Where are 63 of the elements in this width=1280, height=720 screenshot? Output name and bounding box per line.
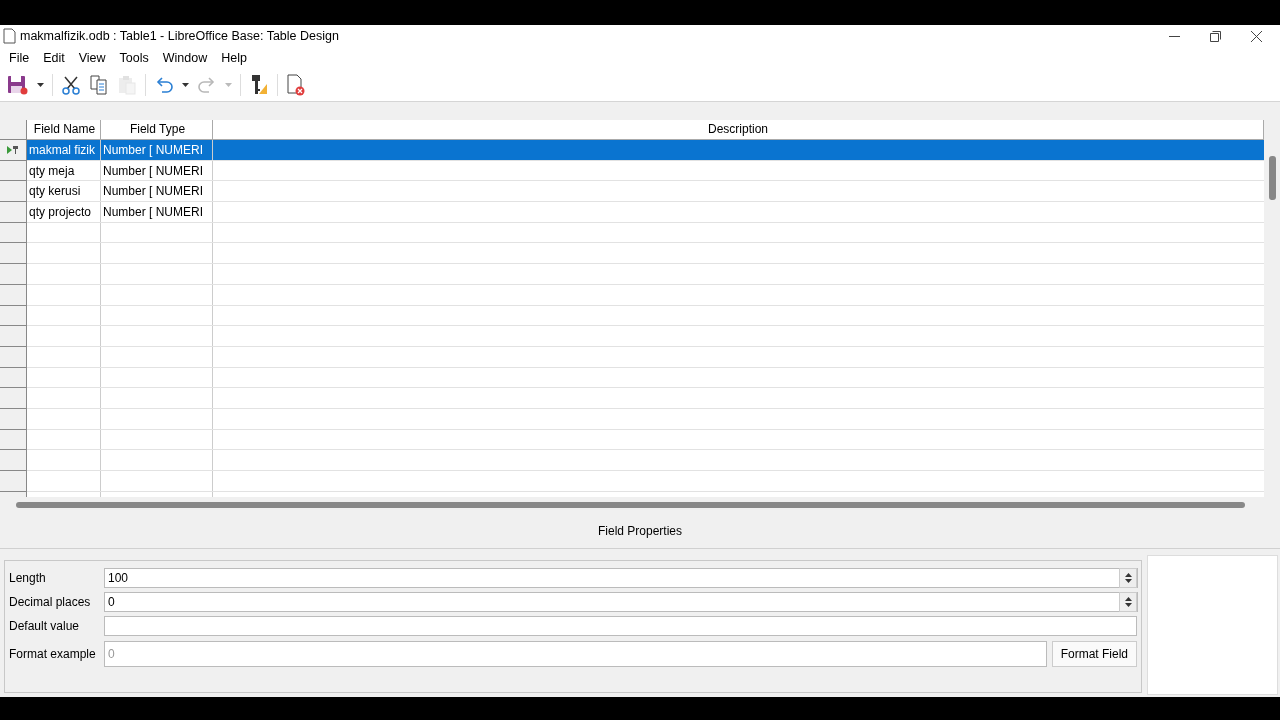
copy-icon — [89, 75, 109, 95]
undo-icon — [154, 75, 174, 95]
table-cell[interactable]: Number [ NUMERI — [101, 160, 213, 181]
restore-icon[interactable] — [1210, 30, 1221, 42]
row-header[interactable] — [0, 429, 27, 451]
row-header[interactable] — [0, 471, 27, 492]
spin-arrows-icon — [1124, 596, 1132, 608]
table-cell[interactable]: qty projecto — [27, 202, 101, 222]
row-header[interactable] — [0, 326, 27, 347]
row-header[interactable] — [0, 388, 27, 409]
row-header[interactable] — [0, 367, 27, 389]
table-cell[interactable]: Number [ NUMERI — [101, 140, 213, 160]
row-header[interactable] — [0, 346, 27, 368]
document-icon — [3, 28, 16, 44]
window-title: makmalfizik.odb : Table1 - LibreOffice Base: Table Design — [20, 27, 339, 45]
column-header[interactable]: Field Type — [101, 120, 213, 139]
row-header[interactable] — [0, 305, 27, 327]
table-cell[interactable]: Number [ NUMERI — [101, 181, 213, 202]
table-cell[interactable]: qty kerusi — [27, 181, 101, 202]
input-field[interactable] — [104, 616, 1137, 636]
spin-arrows-icon — [1124, 572, 1132, 584]
field-label: Format example — [9, 646, 97, 663]
dropdown-arrow[interactable] — [34, 81, 47, 89]
input-field[interactable]: 100 — [104, 568, 1138, 588]
row-header[interactable] — [0, 408, 27, 430]
field-label: Length — [9, 570, 47, 587]
menu-item[interactable]: File — [2, 48, 37, 68]
close-document-icon — [286, 74, 306, 96]
row-header[interactable] — [0, 222, 27, 244]
spin-button[interactable] — [1119, 592, 1137, 612]
input-field[interactable]: 0 — [104, 592, 1138, 612]
menu-item[interactable]: Tools — [112, 48, 156, 68]
menu-item[interactable]: Window — [155, 48, 215, 68]
row-header[interactable] — [0, 160, 27, 182]
column-header[interactable]: Field Name — [27, 120, 101, 139]
save-icon — [7, 75, 29, 95]
redo-icon — [197, 75, 217, 95]
row-header[interactable] — [0, 202, 27, 223]
corner-header[interactable] — [0, 120, 27, 140]
menu-item[interactable]: Help — [214, 48, 254, 68]
paste-icon — [117, 75, 137, 95]
menu-item[interactable]: View — [71, 48, 113, 68]
dropdown-arrow[interactable] — [179, 81, 192, 89]
row-header[interactable] — [0, 450, 27, 471]
row-header[interactable] — [0, 181, 27, 203]
scissors-icon — [61, 75, 81, 95]
selected-cell[interactable] — [213, 140, 1264, 160]
key-icon — [249, 74, 269, 96]
table-cell[interactable]: makmal fizik — [27, 140, 101, 160]
table-cell[interactable]: qty meja — [27, 160, 101, 181]
menu-item[interactable]: Edit — [36, 48, 72, 68]
row-header[interactable] — [0, 140, 27, 161]
row-header[interactable] — [0, 243, 27, 265]
section-title: Field Properties — [597, 522, 682, 540]
spin-button[interactable] — [1119, 568, 1137, 588]
field-label: Default value — [9, 618, 81, 635]
table-cell[interactable]: Number [ NUMERI — [101, 202, 213, 222]
field-label: Decimal places — [9, 594, 92, 611]
row-header[interactable] — [0, 284, 27, 306]
format-field-button[interactable]: Format Field — [1051, 641, 1137, 667]
row-header[interactable] — [0, 264, 27, 285]
key-icon — [7, 144, 19, 155]
close-icon[interactable] — [1251, 30, 1262, 42]
